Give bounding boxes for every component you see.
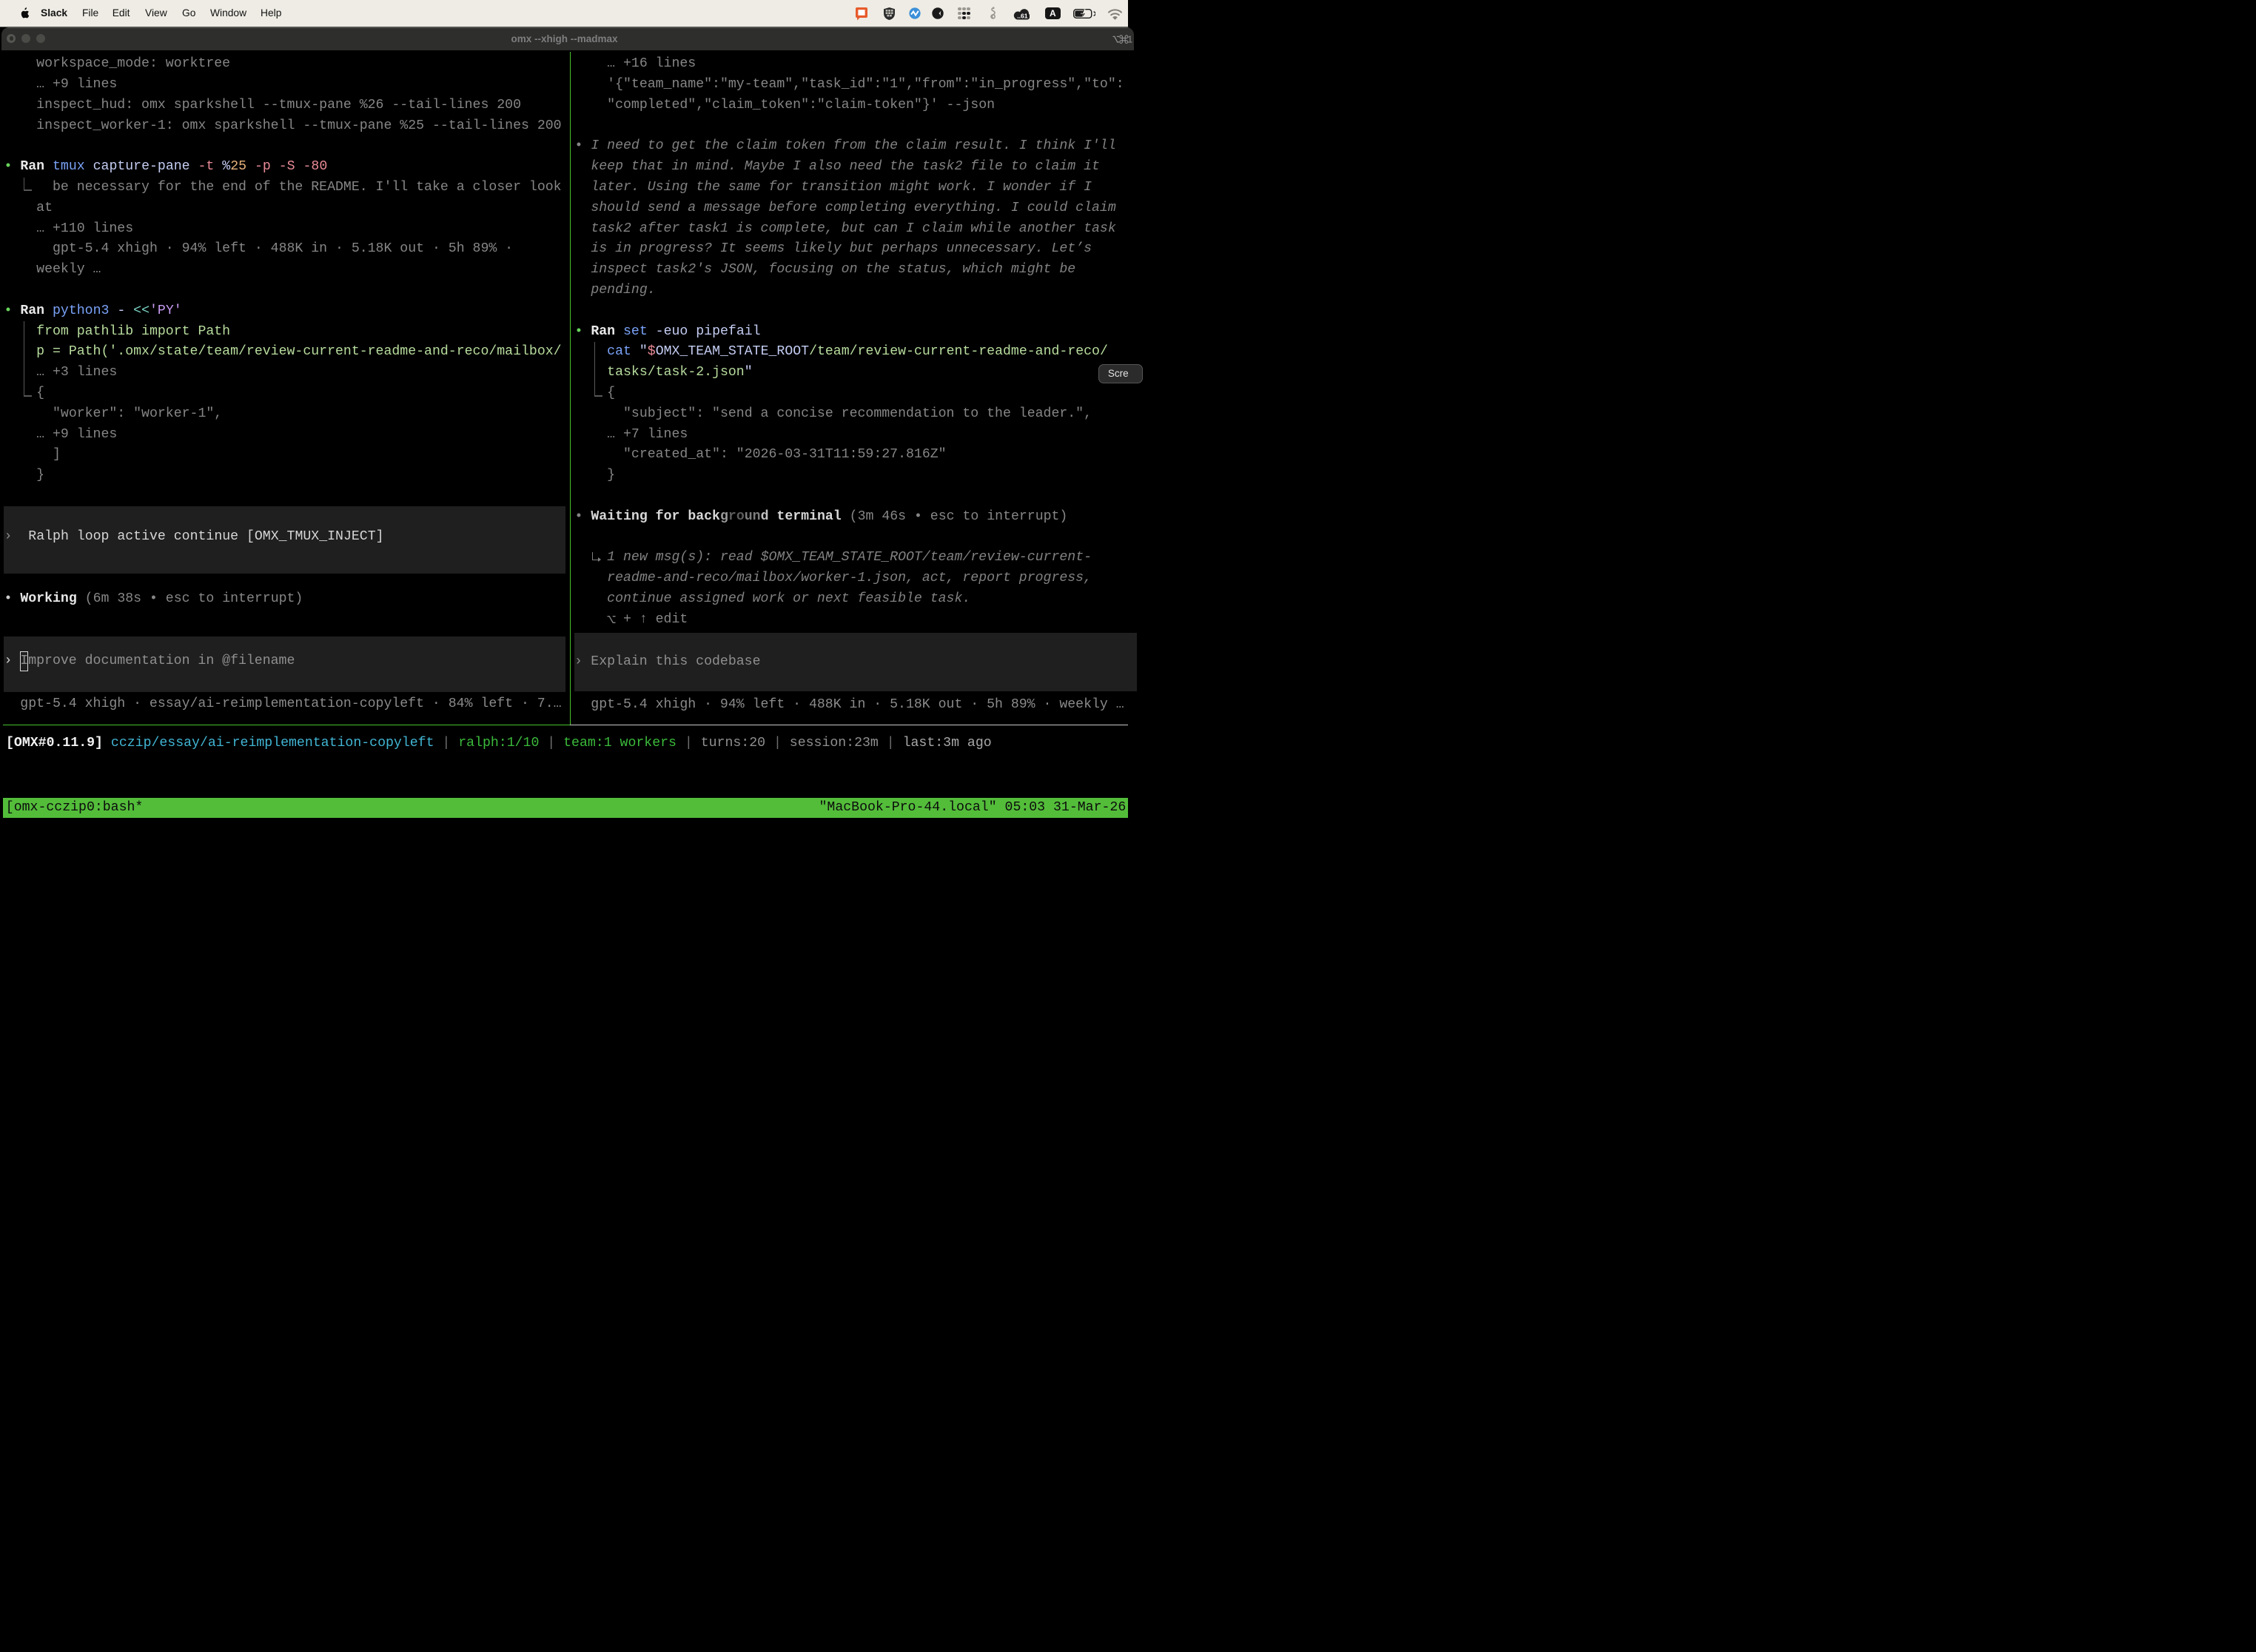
svg-text:..61: ..61 <box>1017 12 1028 19</box>
svg-text:1: 1 <box>1127 34 1132 44</box>
